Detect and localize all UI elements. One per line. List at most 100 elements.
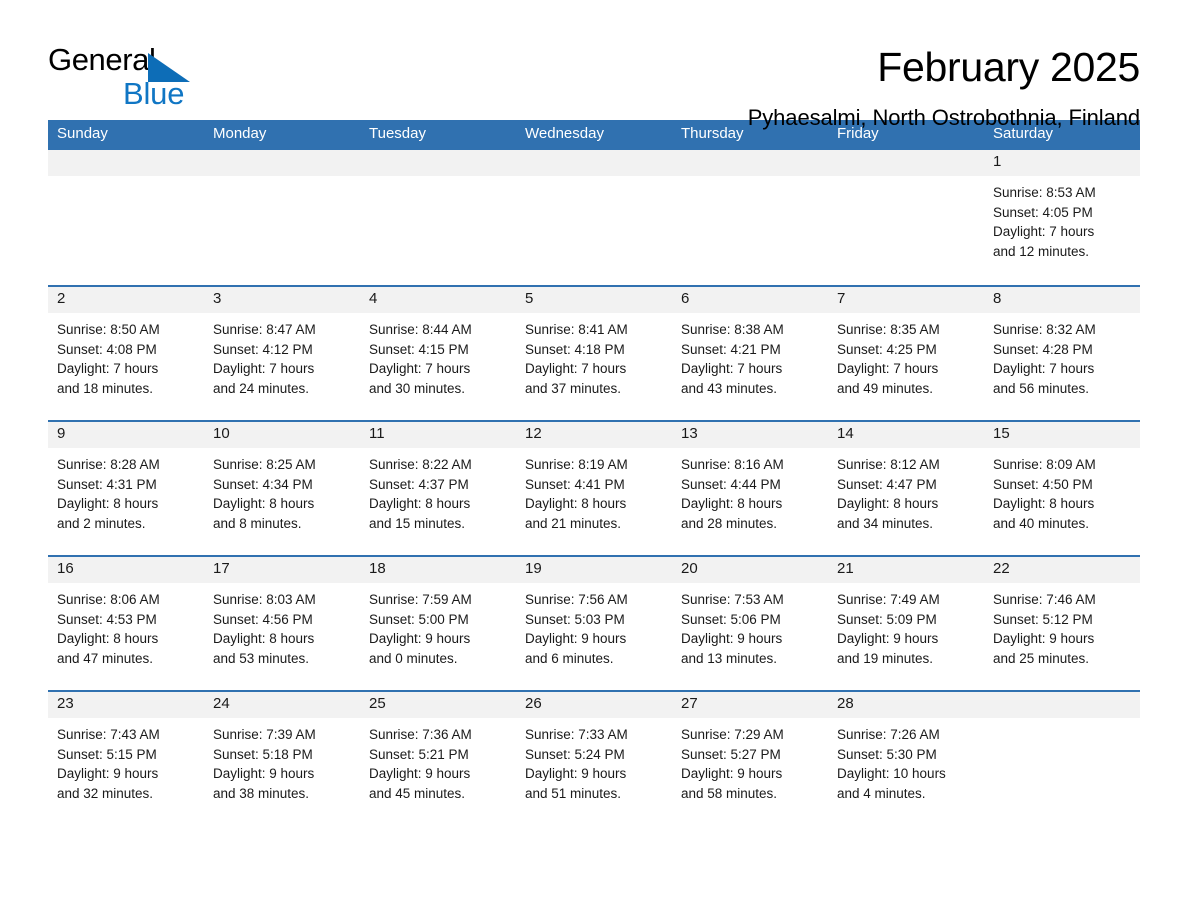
day-cell-3[interactable]: 3 Sunrise: 8:47 AM Sunset: 4:12 PM Daylight…	[204, 287, 360, 420]
calendar-page: General Blue February 2025 Pyhaesalmi, N…	[0, 0, 1188, 918]
weekday-header-sunday: Sunday	[57, 125, 108, 142]
day-cell-empty	[672, 150, 828, 285]
sunrise-line: Sunrise: 7:46 AM	[993, 592, 1096, 607]
day-cell-10[interactable]: 10 Sunrise: 8:25 AM Sunset: 4:34 PM Dayligh…	[204, 422, 360, 555]
daylight-line: and 13 minutes.	[681, 650, 778, 666]
daylight-line: and 58 minutes.	[681, 785, 778, 801]
day-cell-16[interactable]: 16 Sunrise: 8:06 AM Sunset: 4:53 PM Dayligh…	[48, 557, 204, 690]
day-cell-28[interactable]: 28 Sunrise: 7:26 AM Sunset: 5:30 PM Dayligh…	[828, 692, 984, 825]
daylight-line: and 25 minutes.	[993, 650, 1090, 666]
sunrise-line: Sunrise: 8:47 AM	[213, 322, 316, 337]
day-sun-details: Sunrise: 8:22 AM Sunset: 4:37 PM Daylight:…	[360, 448, 516, 533]
day-cell-25[interactable]: 25 Sunrise: 7:36 AM Sunset: 5:21 PM Dayligh…	[360, 692, 516, 825]
day-number	[204, 150, 360, 176]
daylight-line: and 2 minutes.	[57, 515, 146, 531]
day-cell-6[interactable]: 6 Sunrise: 8:38 AM Sunset: 4:21 PM Daylight…	[672, 287, 828, 420]
daylight-line: Daylight: 7 hours	[213, 361, 315, 376]
calendar-weeks: 1 Sunrise: 8:53 AM Sunset: 4:05 PM Daylight…	[48, 150, 1140, 825]
day-cell-2[interactable]: 2 Sunrise: 8:50 AM Sunset: 4:08 PM Daylight…	[48, 287, 204, 420]
day-cell-1[interactable]: 1 Sunrise: 8:53 AM Sunset: 4:05 PM Daylight…	[984, 150, 1140, 285]
sunrise-line: Sunrise: 7:33 AM	[525, 727, 628, 742]
sunrise-line: Sunrise: 7:43 AM	[57, 727, 160, 742]
sunrise-line: Sunrise: 7:49 AM	[837, 592, 940, 607]
day-cell-22[interactable]: 22 Sunrise: 7:46 AM Sunset: 5:12 PM Dayligh…	[984, 557, 1140, 690]
day-cell-empty	[48, 150, 204, 285]
weekday-header-thursday: Thursday	[681, 125, 744, 142]
day-sun-details: Sunrise: 8:44 AM Sunset: 4:15 PM Daylight:…	[360, 313, 516, 398]
sunrise-line: Sunrise: 8:41 AM	[525, 322, 628, 337]
day-cell-23[interactable]: 23 Sunrise: 7:43 AM Sunset: 5:15 PM Dayligh…	[48, 692, 204, 825]
day-cell-20[interactable]: 20 Sunrise: 7:53 AM Sunset: 5:06 PM Dayligh…	[672, 557, 828, 690]
daylight-line: Daylight: 9 hours	[993, 631, 1095, 646]
sunset-line: Sunset: 4:31 PM	[57, 476, 157, 492]
day-number: 28	[828, 692, 984, 718]
day-cell-7[interactable]: 7 Sunrise: 8:35 AM Sunset: 4:25 PM Daylight…	[828, 287, 984, 420]
daylight-line: and 21 minutes.	[525, 515, 622, 531]
day-cell-26[interactable]: 26 Sunrise: 7:33 AM Sunset: 5:24 PM Dayligh…	[516, 692, 672, 825]
daylight-line: and 34 minutes.	[837, 515, 934, 531]
day-number: 19	[516, 557, 672, 583]
day-number: 17	[204, 557, 360, 583]
daylight-line: Daylight: 9 hours	[525, 766, 627, 781]
day-number: 13	[672, 422, 828, 448]
sunset-line: Sunset: 4:37 PM	[369, 476, 469, 492]
daylight-line: and 32 minutes.	[57, 785, 154, 801]
day-cell-8[interactable]: 8 Sunrise: 8:32 AM Sunset: 4:28 PM Daylight…	[984, 287, 1140, 420]
day-sun-details: Sunrise: 7:33 AM Sunset: 5:24 PM Daylight:…	[516, 718, 672, 803]
day-cell-12[interactable]: 12 Sunrise: 8:19 AM Sunset: 4:41 PM Dayligh…	[516, 422, 672, 555]
day-number	[48, 150, 204, 176]
day-number: 14	[828, 422, 984, 448]
daylight-line: Daylight: 7 hours	[993, 224, 1095, 239]
daylight-line: and 47 minutes.	[57, 650, 154, 666]
day-cell-15[interactable]: 15 Sunrise: 8:09 AM Sunset: 4:50 PM Dayligh…	[984, 422, 1140, 555]
day-sun-details: Sunrise: 7:43 AM Sunset: 5:15 PM Daylight:…	[48, 718, 204, 803]
general-blue-logo: General Blue	[48, 44, 208, 112]
day-sun-details: Sunrise: 7:26 AM Sunset: 5:30 PM Daylight:…	[828, 718, 984, 803]
day-number: 11	[360, 422, 516, 448]
daylight-line: Daylight: 8 hours	[369, 496, 471, 511]
day-sun-details: Sunrise: 7:56 AM Sunset: 5:03 PM Daylight:…	[516, 583, 672, 668]
day-number: 25	[360, 692, 516, 718]
day-number: 27	[672, 692, 828, 718]
day-cell-18[interactable]: 18 Sunrise: 7:59 AM Sunset: 5:00 PM Dayligh…	[360, 557, 516, 690]
day-sun-details: Sunrise: 7:49 AM Sunset: 5:09 PM Daylight:…	[828, 583, 984, 668]
day-cell-5[interactable]: 5 Sunrise: 8:41 AM Sunset: 4:18 PM Daylight…	[516, 287, 672, 420]
day-cell-4[interactable]: 4 Sunrise: 8:44 AM Sunset: 4:15 PM Daylight…	[360, 287, 516, 420]
day-number: 20	[672, 557, 828, 583]
weekday-header-row: Sunday Monday Tuesday Wednesday Thursday Frid…	[48, 120, 1140, 150]
page-title: February 2025	[877, 44, 1140, 90]
sunset-line: Sunset: 4:12 PM	[213, 341, 313, 357]
day-cell-17[interactable]: 17 Sunrise: 8:03 AM Sunset: 4:56 PM Dayligh…	[204, 557, 360, 690]
day-sun-details: Sunrise: 7:59 AM Sunset: 5:00 PM Daylight:…	[360, 583, 516, 668]
daylight-line: Daylight: 9 hours	[681, 766, 783, 781]
sunset-line: Sunset: 4:08 PM	[57, 341, 157, 357]
day-cell-19[interactable]: 19 Sunrise: 7:56 AM Sunset: 5:03 PM Dayligh…	[516, 557, 672, 690]
daylight-line: Daylight: 9 hours	[213, 766, 315, 781]
sunset-line: Sunset: 5:21 PM	[369, 746, 469, 762]
day-sun-details: Sunrise: 8:50 AM Sunset: 4:08 PM Daylight:…	[48, 313, 204, 398]
day-cell-13[interactable]: 13 Sunrise: 8:16 AM Sunset: 4:44 PM Dayligh…	[672, 422, 828, 555]
title-block: February 2025 Pyhaesalmi, North Ostrobot…	[748, 44, 1141, 131]
sunset-line: Sunset: 4:15 PM	[369, 341, 469, 357]
sunset-line: Sunset: 5:30 PM	[837, 746, 937, 762]
sunset-line: Sunset: 4:28 PM	[993, 341, 1093, 357]
daylight-line: and 37 minutes.	[525, 380, 622, 396]
day-cell-14[interactable]: 14 Sunrise: 8:12 AM Sunset: 4:47 PM Dayligh…	[828, 422, 984, 555]
day-cell-empty	[984, 692, 1140, 825]
logo-text-general: General	[48, 42, 156, 77]
day-cell-11[interactable]: 11 Sunrise: 8:22 AM Sunset: 4:37 PM Dayligh…	[360, 422, 516, 555]
day-cell-24[interactable]: 24 Sunrise: 7:39 AM Sunset: 5:18 PM Dayligh…	[204, 692, 360, 825]
sunset-line: Sunset: 4:41 PM	[525, 476, 625, 492]
daylight-line: and 40 minutes.	[993, 515, 1090, 531]
day-cell-21[interactable]: 21 Sunrise: 7:49 AM Sunset: 5:09 PM Dayligh…	[828, 557, 984, 690]
day-number: 21	[828, 557, 984, 583]
daylight-line: Daylight: 9 hours	[369, 631, 471, 646]
sunrise-line: Sunrise: 8:09 AM	[993, 457, 1096, 472]
sunrise-line: Sunrise: 7:39 AM	[213, 727, 316, 742]
sunset-line: Sunset: 4:05 PM	[993, 204, 1093, 220]
day-cell-9[interactable]: 9 Sunrise: 8:28 AM Sunset: 4:31 PM Daylight…	[48, 422, 204, 555]
day-number: 15	[984, 422, 1140, 448]
day-cell-27[interactable]: 27 Sunrise: 7:29 AM Sunset: 5:27 PM Dayligh…	[672, 692, 828, 825]
daylight-line: Daylight: 9 hours	[837, 631, 939, 646]
day-sun-details: Sunrise: 8:03 AM Sunset: 4:56 PM Daylight:…	[204, 583, 360, 668]
